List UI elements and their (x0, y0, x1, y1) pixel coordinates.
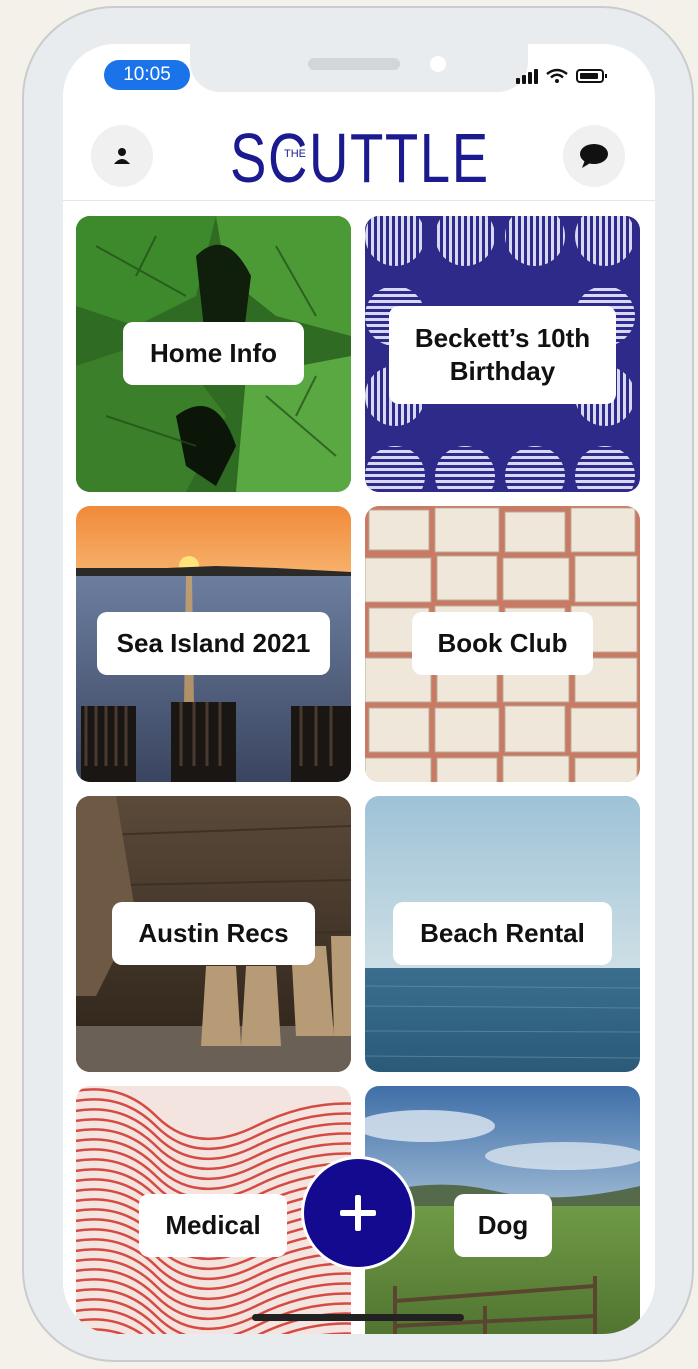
header-divider (63, 200, 655, 201)
logo-text: SCUTTLE (230, 119, 490, 197)
profile-button[interactable] (91, 125, 153, 187)
home-indicator (252, 1314, 464, 1321)
tile-label: Beach Rental (393, 902, 612, 965)
app-screen: Home Info Beckett’s 10th Birthday Sea Is… (63, 44, 655, 1334)
add-button[interactable] (301, 1156, 415, 1270)
camera (430, 56, 446, 72)
tile-label: Austin Recs (112, 902, 315, 965)
tile-home-info[interactable]: Home Info (76, 216, 351, 492)
tile-austin-recs[interactable]: Austin Recs (76, 796, 351, 1072)
status-time: 10:05 (104, 60, 190, 90)
person-icon (114, 148, 130, 164)
signal-icon (516, 68, 538, 84)
app-logo: SCUTTLE THE (230, 118, 490, 197)
tile-label: Medical (139, 1194, 287, 1257)
tile-beach-rental[interactable]: Beach Rental (365, 796, 640, 1072)
speaker (308, 58, 400, 70)
tile-label: Beckett’s 10th Birthday (389, 306, 616, 404)
battery-icon (576, 69, 607, 83)
tile-label: Dog (454, 1194, 552, 1257)
tile-label: Book Club (412, 612, 593, 675)
tile-label: Sea Island 2021 (97, 612, 330, 675)
tile-label: Home Info (123, 322, 304, 385)
plus-icon (340, 1195, 376, 1231)
chat-bubble-icon (580, 144, 608, 168)
tile-becketts-birthday[interactable]: Beckett’s 10th Birthday (365, 216, 640, 492)
messages-button[interactable] (563, 125, 625, 187)
logo-the: THE (284, 148, 306, 160)
tile-book-club[interactable]: Book Club (365, 506, 640, 782)
wifi-icon (546, 68, 568, 83)
status-icons (516, 64, 607, 88)
tile-sea-island-2021[interactable]: Sea Island 2021 (76, 506, 351, 782)
